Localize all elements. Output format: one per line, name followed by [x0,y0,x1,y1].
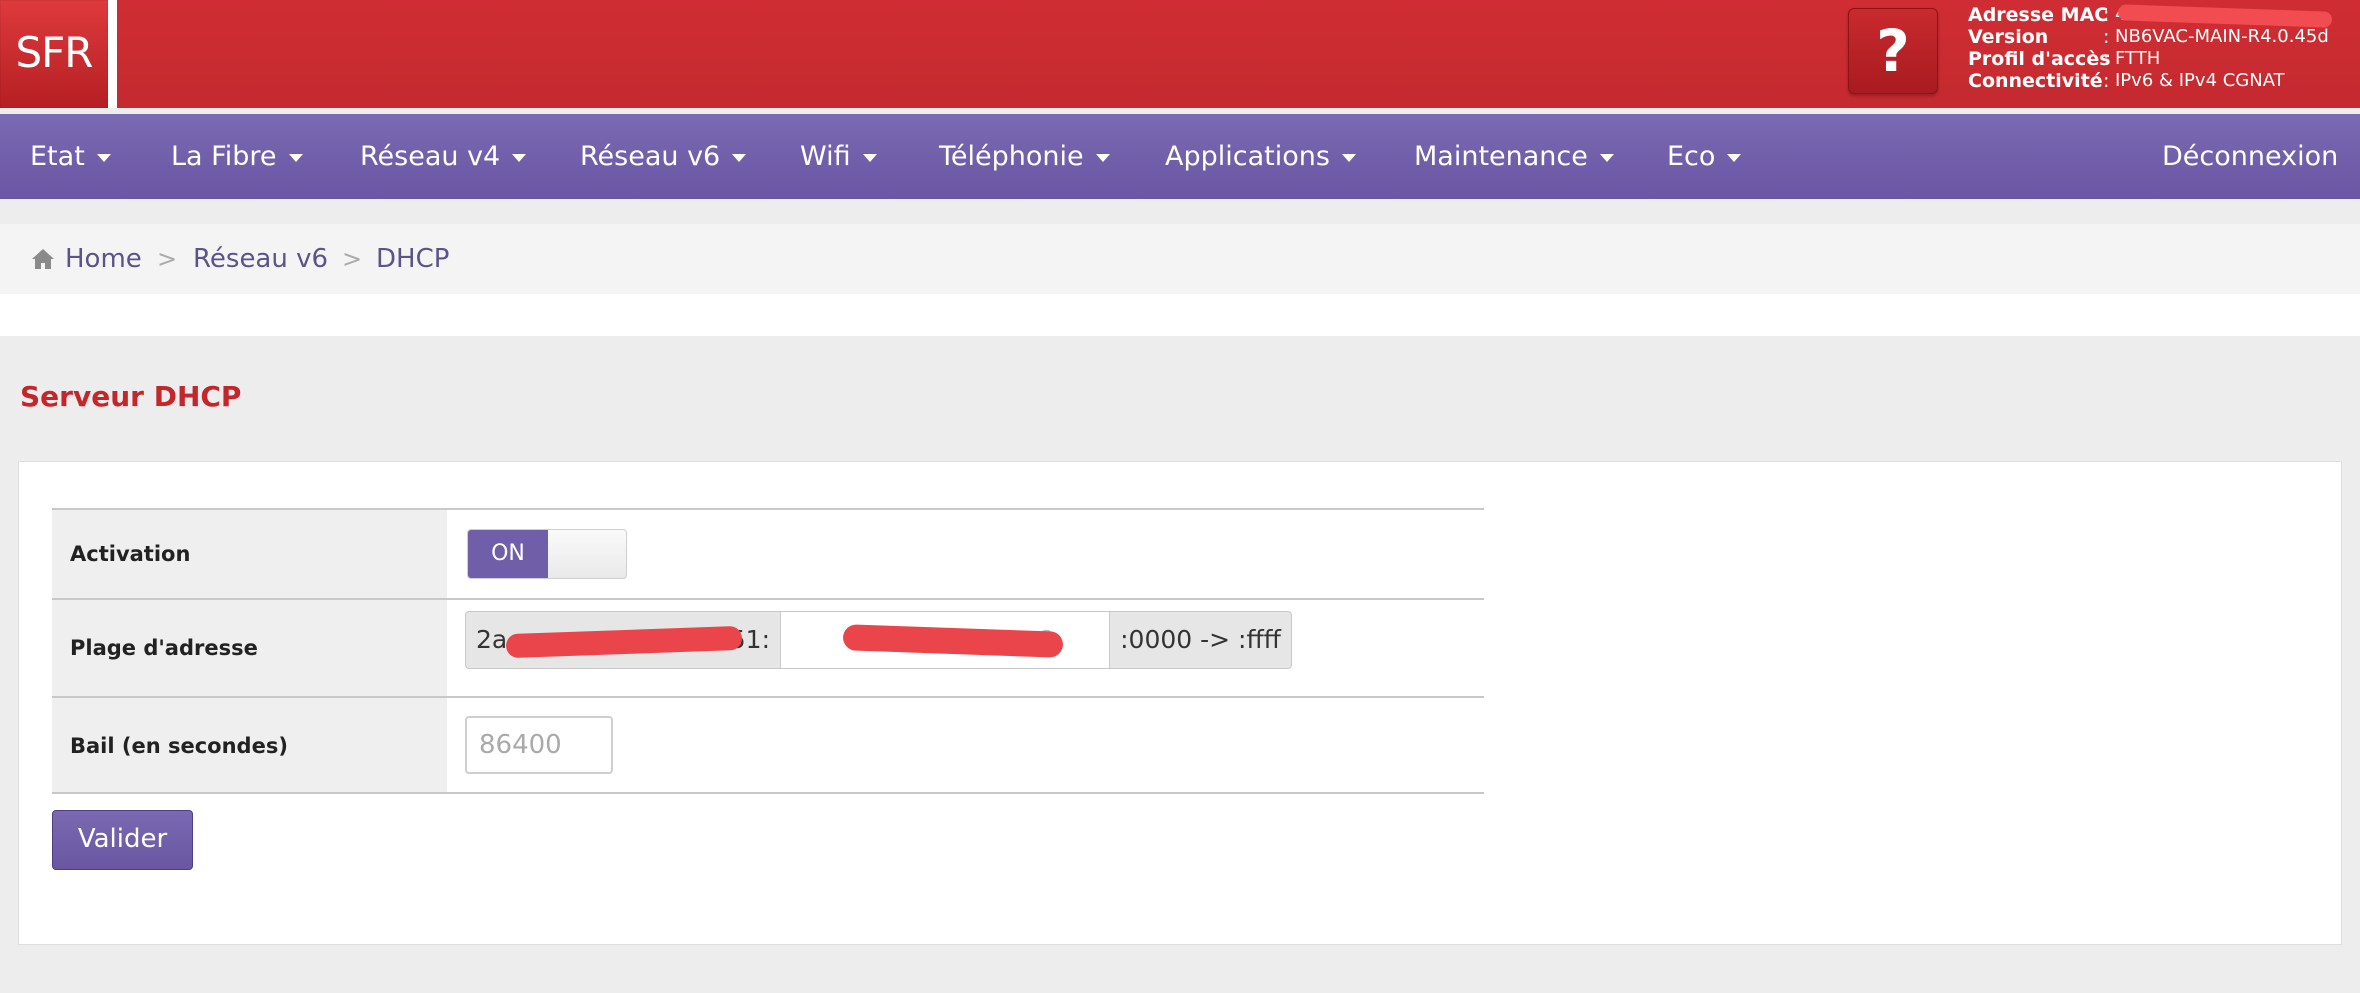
address-prefix: 2a 51: [465,611,781,669]
field-label: Bail (en secondes) [52,698,447,794]
nav-item-label: Maintenance [1414,141,1588,172]
field-value [447,698,1484,794]
form-row-lease: Bail (en secondes) [52,696,1484,794]
nav-item-label: Applications [1165,141,1330,172]
nav-item-label: Réseau v4 [360,141,501,172]
breadcrumb-reseau-v6[interactable]: Réseau v6 [193,224,328,294]
info-row-profile: Profil d'accès : FTTH [1968,48,2329,70]
nav-item-maintenance[interactable]: Maintenance [1414,114,1614,199]
nav-item-wifi[interactable]: Wifi [800,114,877,199]
info-key: Adresse MAC [1968,4,2109,26]
logo-text: SFR [15,28,93,77]
field-label: Activation [52,510,447,598]
nav-item-reseau-v4[interactable]: Réseau v4 [360,114,527,199]
logo-divider [108,0,117,108]
lease-input[interactable] [465,716,613,774]
info-value: FTTH [2115,48,2161,69]
info-key: Connectivité [1968,70,2103,92]
table-bottom-border [52,792,1484,794]
form-row-activation: Activation ON [52,508,1484,598]
info-separator: : [2103,70,2110,92]
breadcrumb-home[interactable]: Home [65,224,142,294]
nav-item-label: Téléphonie [939,141,1084,172]
caret-down-icon [96,153,111,162]
main-nav: Etat La Fibre Réseau v4 Réseau v6 Wifi T… [0,114,2360,199]
nav-item-la-fibre[interactable]: La Fibre [171,114,303,199]
field-value: 2a 51: 6 :0000 -> :ffff [447,600,1484,696]
activation-toggle[interactable]: ON [467,529,627,579]
home-icon[interactable] [30,246,56,272]
address-range-group: 2a 51: 6 :0000 -> :ffff [465,611,1292,669]
caret-down-icon [862,153,877,162]
caret-down-icon [1095,153,1110,162]
info-value: NB6VAC-MAIN-R4.0.45d [2115,26,2329,47]
nav-item-label: La Fibre [171,141,277,172]
toggle-on-label: ON [468,530,548,578]
caret-down-icon [732,153,747,162]
prefix-start: 2a [476,625,508,654]
nav-item-label: Wifi [800,141,851,172]
info-separator: : [2103,4,2110,26]
address-suffix: :0000 -> :ffff [1109,611,1292,669]
section-title: Serveur DHCP [20,380,242,413]
nav-item-reseau-v6[interactable]: Réseau v6 [580,114,747,199]
caret-down-icon [512,153,527,162]
info-key: Profil d'accès [1968,48,2111,70]
help-button[interactable]: ? [1848,8,1938,94]
page-band [0,294,2360,336]
breadcrumb: Home > Réseau v6 > DHCP [0,224,2360,294]
info-row-version: Version : NB6VAC-MAIN-R4.0.45d [1968,26,2329,48]
breadcrumb-dhcp: DHCP [376,244,450,274]
top-header: SFR ? Adresse MAC : 4 Version : NB6VAC-M… [0,0,2360,108]
logout-label: Déconnexion [2162,141,2339,172]
submit-button[interactable]: Valider [52,810,193,870]
nav-item-label: Eco [1667,141,1716,172]
address-start-input[interactable]: 6 [781,611,1109,669]
nav-item-eco[interactable]: Eco [1667,114,1742,199]
caret-down-icon [288,153,303,162]
nav-item-label: Etat [30,141,85,172]
info-key: Version [1968,26,2049,48]
caret-down-icon [1727,153,1742,162]
nav-item-label: Réseau v6 [580,141,721,172]
nav-item-telephonie[interactable]: Téléphonie [939,114,1110,199]
field-value: ON [447,510,1484,598]
info-separator: : [2103,48,2110,70]
redaction-mark [842,624,1064,658]
caret-down-icon [1599,153,1614,162]
nav-item-etat[interactable]: Etat [30,114,111,199]
info-value: IPv6 & IPv4 CGNAT [2115,70,2285,91]
info-separator: : [2103,26,2110,48]
logout-link[interactable]: Déconnexion [2162,114,2338,199]
info-row-connectivity: Connectivité : IPv6 & IPv4 CGNAT [1968,70,2329,92]
caret-down-icon [1341,153,1356,162]
form-row-range: Plage d'adresse 2a 51: 6 :0000 -> :ffff [52,598,1484,696]
breadcrumb-separator: > [157,245,178,273]
field-label: Plage d'adresse [52,600,447,696]
breadcrumb-separator: > [342,245,363,273]
redaction-mark [505,625,743,659]
sfr-logo[interactable]: SFR [0,0,108,108]
nav-item-applications[interactable]: Applications [1165,114,1356,199]
